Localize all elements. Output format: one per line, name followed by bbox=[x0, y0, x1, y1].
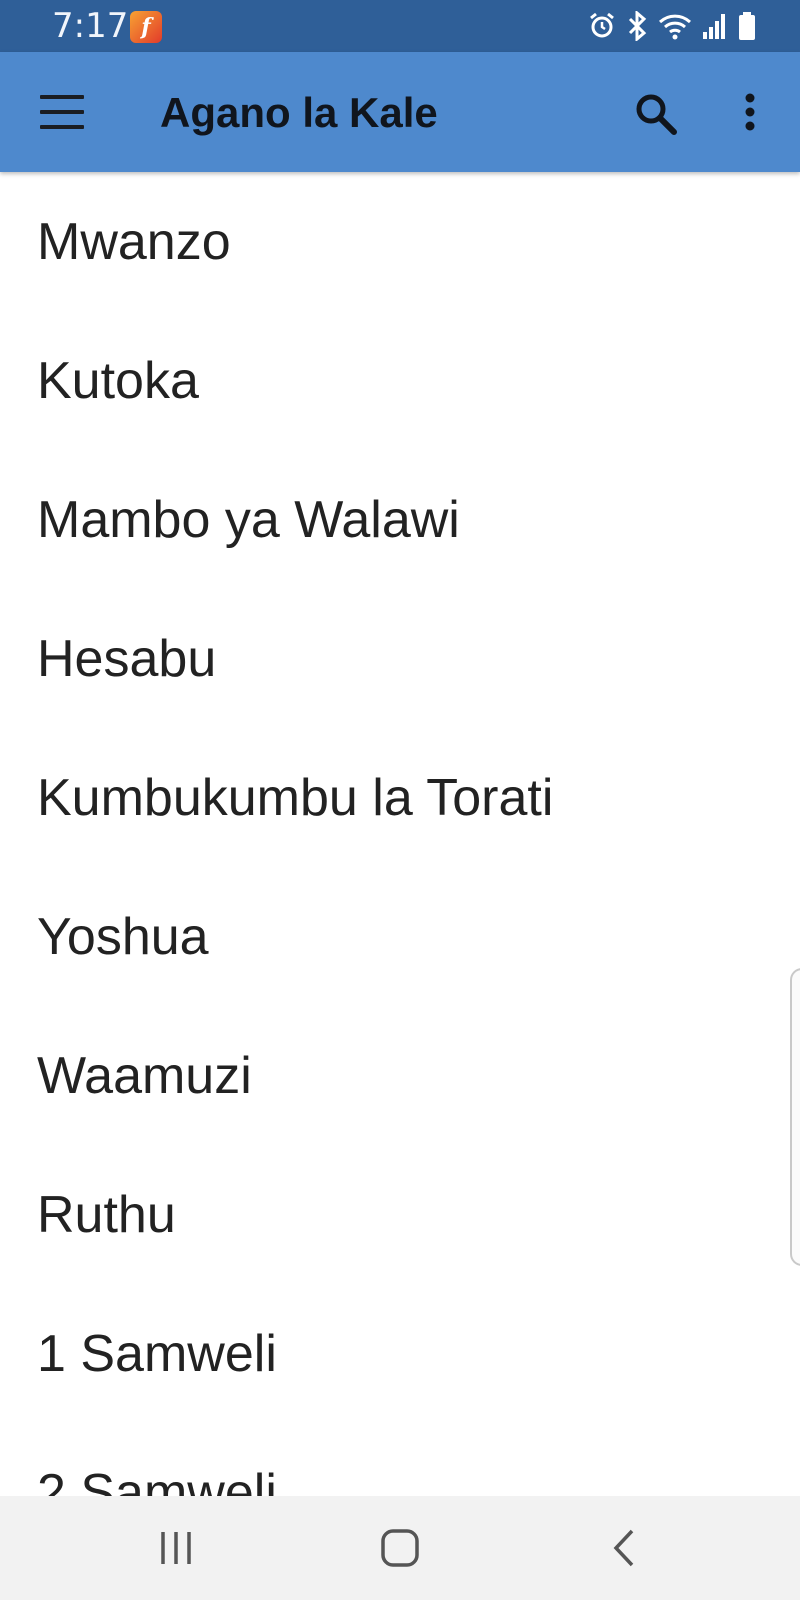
menu-icon[interactable] bbox=[40, 93, 84, 131]
search-icon[interactable] bbox=[632, 90, 680, 138]
recents-icon[interactable] bbox=[146, 1526, 206, 1570]
flash-app-notification-icon: f bbox=[130, 11, 162, 43]
list-item[interactable]: Waamuzi bbox=[0, 1006, 800, 1145]
list-item[interactable]: Ruthu bbox=[0, 1145, 800, 1284]
page-title: Agano la Kale bbox=[160, 89, 438, 136]
status-icons bbox=[588, 10, 756, 42]
home-icon[interactable] bbox=[370, 1526, 430, 1570]
status-bar: 7:17 f bbox=[0, 0, 800, 52]
status-time: 7:17 bbox=[52, 6, 129, 46]
book-list[interactable]: Mwanzo Kutoka Mambo ya Walawi Hesabu Kum… bbox=[0, 172, 800, 1497]
list-item[interactable]: 2 Samweli bbox=[0, 1423, 800, 1497]
list-item[interactable]: 1 Samweli bbox=[0, 1284, 800, 1423]
back-icon[interactable] bbox=[594, 1526, 654, 1570]
more-vert-icon[interactable] bbox=[738, 90, 762, 138]
alarm-icon bbox=[588, 12, 616, 40]
bluetooth-icon bbox=[626, 11, 648, 41]
list-item[interactable]: Mambo ya Walawi bbox=[0, 450, 800, 589]
list-item[interactable]: Yoshua bbox=[0, 867, 800, 1006]
scrollbar-handle[interactable] bbox=[790, 968, 800, 1266]
app-bar: Agano la Kale bbox=[0, 52, 800, 172]
list-item[interactable]: Hesabu bbox=[0, 589, 800, 728]
navigation-bar bbox=[0, 1496, 800, 1600]
battery-icon bbox=[738, 11, 756, 41]
list-item[interactable]: Mwanzo bbox=[0, 172, 800, 311]
list-item[interactable]: Kutoka bbox=[0, 311, 800, 450]
list-item[interactable]: Kumbukumbu la Torati bbox=[0, 728, 800, 867]
wifi-icon bbox=[658, 12, 692, 40]
signal-icon bbox=[702, 12, 728, 40]
